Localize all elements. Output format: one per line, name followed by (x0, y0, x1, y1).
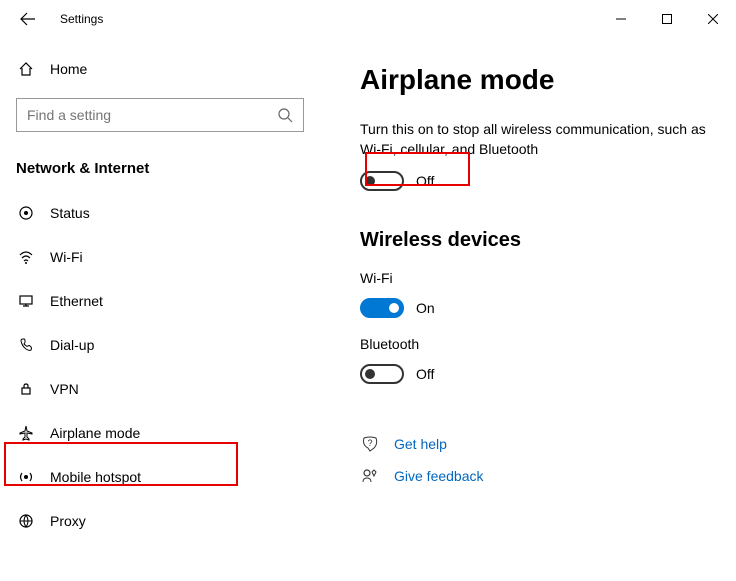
sidebar-item-label: Ethernet (50, 293, 103, 309)
arrow-left-icon (20, 11, 36, 27)
back-button[interactable] (16, 7, 40, 31)
give-feedback-label: Give feedback (394, 468, 484, 484)
page-title: Airplane mode (360, 64, 716, 96)
dialup-icon (16, 337, 36, 353)
sidebar-item-label: VPN (50, 381, 79, 397)
sidebar-item-wifi[interactable]: Wi-Fi (16, 235, 304, 279)
sidebar-item-label: Status (50, 205, 90, 221)
sidebar-item-hotspot[interactable]: Mobile hotspot (16, 455, 304, 499)
maximize-button[interactable] (644, 4, 690, 34)
get-help-label: Get help (394, 436, 447, 452)
airplane-icon (16, 425, 36, 441)
bluetooth-toggle-label: Off (416, 366, 434, 382)
search-box[interactable] (16, 98, 304, 132)
sidebar: Home Network & Internet Status Wi-Fi (0, 38, 320, 581)
sidebar-item-ethernet[interactable]: Ethernet (16, 279, 304, 323)
give-feedback-link[interactable]: Give feedback (360, 460, 716, 492)
feedback-icon (360, 468, 380, 484)
main-content: Airplane mode Turn this on to stop all w… (320, 38, 736, 581)
get-help-link[interactable]: ? Get help (360, 428, 716, 460)
wifi-icon (16, 249, 36, 265)
sidebar-home[interactable]: Home (16, 50, 304, 88)
ethernet-icon (16, 293, 36, 309)
wifi-toggle[interactable] (360, 298, 404, 318)
close-icon (708, 14, 718, 24)
window-controls (598, 4, 736, 34)
home-icon (16, 61, 36, 77)
sidebar-item-airplane[interactable]: Airplane mode (16, 411, 304, 455)
sidebar-item-vpn[interactable]: VPN (16, 367, 304, 411)
airplane-mode-toggle-label: Off (416, 173, 434, 189)
airplane-mode-toggle[interactable] (360, 171, 404, 191)
sidebar-item-label: Wi-Fi (50, 249, 83, 265)
search-icon (277, 107, 293, 123)
maximize-icon (662, 14, 672, 24)
sidebar-item-label: Mobile hotspot (50, 469, 141, 485)
hotspot-icon (16, 469, 36, 485)
sidebar-item-label: Dial-up (50, 337, 94, 353)
sidebar-home-label: Home (50, 61, 87, 77)
sidebar-item-proxy[interactable]: Proxy (16, 499, 304, 543)
category-title: Network & Internet (16, 160, 304, 177)
titlebar: Settings (0, 0, 736, 38)
close-button[interactable] (690, 4, 736, 34)
proxy-icon (16, 513, 36, 529)
sidebar-item-label: Proxy (50, 513, 86, 529)
wifi-label: Wi-Fi (360, 270, 716, 286)
minimize-button[interactable] (598, 4, 644, 34)
minimize-icon (616, 14, 626, 24)
page-description: Turn this on to stop all wireless commun… (360, 120, 716, 159)
search-input[interactable] (27, 107, 277, 123)
vpn-icon (16, 381, 36, 397)
sidebar-item-label: Airplane mode (50, 425, 140, 441)
sidebar-item-status[interactable]: Status (16, 191, 304, 235)
sidebar-item-dialup[interactable]: Dial-up (16, 323, 304, 367)
wireless-devices-heading: Wireless devices (360, 229, 716, 252)
window-title: Settings (60, 12, 103, 26)
bluetooth-toggle[interactable] (360, 364, 404, 384)
status-icon (16, 205, 36, 221)
svg-text:?: ? (367, 438, 372, 448)
wifi-toggle-label: On (416, 300, 435, 316)
bluetooth-label: Bluetooth (360, 336, 716, 352)
help-icon: ? (360, 436, 380, 452)
